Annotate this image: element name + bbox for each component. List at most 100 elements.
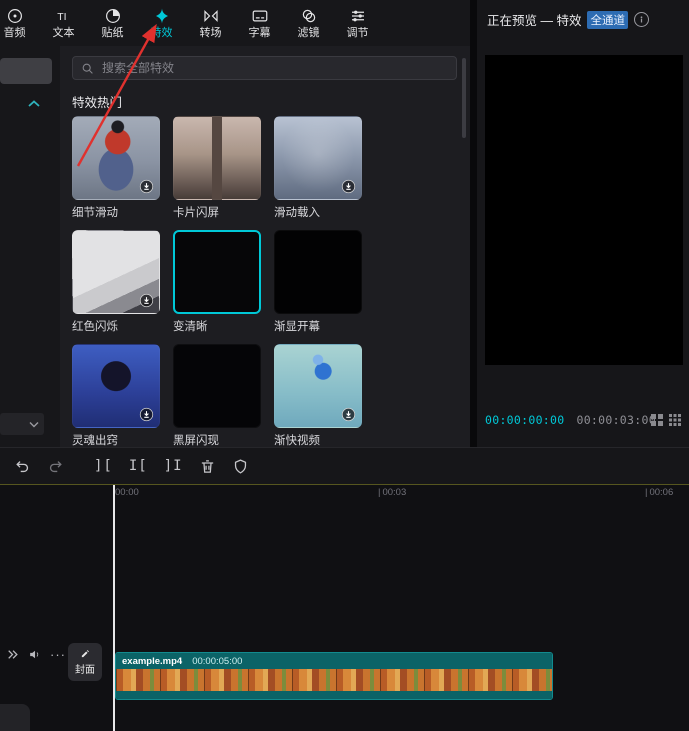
effect-card-4[interactable]: 红色闪烁 — [72, 230, 160, 344]
transition-icon — [202, 7, 220, 25]
audio-icon — [6, 7, 24, 25]
collapse-panel-button[interactable] — [20, 95, 48, 113]
clip-header: example.mp4 00:00:05:00 — [116, 653, 552, 669]
chevron-down-icon — [29, 421, 39, 428]
tool-label: 特效 — [151, 28, 173, 39]
timeline: 00:00|00:03|00:06 ··· 封面 example.mp4 00:… — [0, 485, 689, 731]
effect-thumbnail — [173, 230, 261, 314]
tool-effects[interactable]: 特效 — [137, 0, 186, 46]
filter-icon — [300, 7, 318, 25]
download-icon — [341, 179, 356, 194]
effect-label: 灵魂出窍 — [72, 434, 160, 447]
ruler-label: 00:00 — [115, 487, 139, 498]
cover-label: 封面 — [75, 661, 95, 676]
effect-card-8[interactable]: 黑屏闪现 — [173, 344, 261, 447]
effect-thumbnail — [274, 230, 362, 314]
speaker-icon[interactable] — [28, 648, 41, 661]
effect-thumbnail — [173, 116, 261, 200]
video-clip[interactable]: example.mp4 00:00:05:00 — [115, 652, 553, 700]
search-input[interactable] — [100, 60, 448, 76]
effect-card-9[interactable]: 渐快视频 — [274, 344, 362, 447]
ruler-mark: |00:06 — [645, 487, 673, 498]
effects-panel: 特效热门 细节滑动卡片闪屏滑动载入红色闪烁变清晰渐显开幕灵魂出窍黑屏闪现渐快视频 — [60, 46, 470, 447]
effect-label: 滑动载入 — [274, 206, 362, 220]
corner-box — [0, 704, 30, 731]
effect-label: 变清晰 — [173, 320, 261, 334]
effect-thumbnail — [274, 116, 362, 200]
total-time: 00:00:03:00 — [576, 413, 655, 427]
redo-icon[interactable] — [47, 458, 64, 475]
tool-label: 贴纸 — [102, 28, 124, 39]
tool-captions[interactable]: 字幕 — [235, 0, 284, 46]
effect-label: 红色闪烁 — [72, 320, 160, 334]
search-icon — [81, 62, 94, 75]
delete-icon[interactable] — [199, 458, 216, 475]
svg-text:TI: TI — [57, 11, 66, 23]
tool-adjust[interactable]: 调节 — [333, 0, 382, 46]
effects-icon — [153, 7, 171, 25]
rail-dropdown[interactable] — [0, 413, 44, 435]
more-icon[interactable]: ··· — [50, 648, 66, 661]
effect-card-3[interactable]: 滑动载入 — [274, 116, 362, 230]
effect-thumbnail — [274, 344, 362, 428]
effect-label: 细节滑动 — [72, 206, 160, 220]
grid-small-icon[interactable] — [651, 414, 663, 426]
trim-left-icon[interactable]: I[ — [129, 458, 148, 474]
tool-text[interactable]: TI 文本 — [39, 0, 88, 46]
effect-card-5[interactable]: 变清晰 — [173, 230, 261, 344]
tool-sticker[interactable]: 贴纸 — [88, 0, 137, 46]
ruler-mark: |00:03 — [378, 487, 406, 498]
mask-icon[interactable] — [232, 458, 249, 475]
preview-title: 正在预览 — 特效 — [487, 10, 581, 29]
tool-label: 文本 — [53, 28, 75, 39]
tool-label: 转场 — [200, 28, 222, 39]
ruler-tick: | — [645, 487, 647, 498]
effect-card-1[interactable]: 细节滑动 — [72, 116, 160, 230]
timecode-display: 00:00:00:00 00:00:03:00 — [485, 413, 656, 427]
clip-duration: 00:00:05:00 — [192, 656, 242, 667]
channel-badge[interactable]: 全通道 — [587, 11, 628, 29]
playhead[interactable] — [113, 485, 115, 731]
trim-right-icon[interactable]: ]I — [164, 458, 183, 474]
effect-card-6[interactable]: 渐显开幕 — [274, 230, 362, 344]
preview-panel: 正在预览 — 特效 全通道 00:00:00:00 00:00:03:00 — [477, 0, 689, 447]
collapse-tracks-icon[interactable] — [6, 648, 19, 661]
ruler-label: 00:03 — [382, 487, 406, 498]
tool-transition[interactable]: 转场 — [186, 0, 235, 46]
adjust-icon — [349, 7, 367, 25]
undo-icon[interactable] — [14, 458, 31, 475]
text-icon: TI — [55, 7, 73, 25]
preview-header: 正在预览 — 特效 全通道 — [487, 10, 649, 29]
search-box[interactable] — [72, 56, 457, 80]
effect-label: 渐显开幕 — [274, 320, 362, 334]
tool-label: 滤镜 — [298, 28, 320, 39]
rail-category-pill[interactable] — [0, 58, 52, 84]
track-controls: ··· — [6, 648, 66, 661]
clip-name: example.mp4 — [122, 656, 182, 667]
effect-thumbnail — [173, 344, 261, 428]
download-icon — [341, 407, 356, 422]
effect-card-2[interactable]: 卡片闪屏 — [173, 116, 261, 230]
tool-filter[interactable]: 滤镜 — [284, 0, 333, 46]
download-icon — [139, 293, 154, 308]
sticker-icon — [104, 7, 122, 25]
tool-label: 调节 — [347, 28, 369, 39]
clip-filmstrip — [116, 669, 552, 691]
topbar-tools: 音频 TI 文本 贴纸 特效 转场 字幕滤镜 调节 — [0, 0, 382, 46]
pencil-icon — [80, 648, 91, 659]
cover-button[interactable]: 封面 — [68, 643, 102, 681]
timeline-ruler[interactable]: 00:00|00:03|00:06 — [0, 485, 689, 502]
info-icon[interactable] — [634, 12, 649, 27]
tool-audio[interactable]: 音频 — [0, 0, 39, 46]
scrollbar-thumb[interactable] — [462, 58, 466, 138]
effect-card-7[interactable]: 灵魂出窍 — [72, 344, 160, 447]
edit-toolbar: ][ I[ ]I — [0, 447, 689, 485]
video-preview — [485, 55, 683, 365]
tool-label: 音频 — [4, 28, 26, 39]
ruler-mark: 00:00 — [115, 487, 139, 498]
effect-label: 渐快视频 — [274, 434, 362, 447]
download-icon — [139, 407, 154, 422]
grid-large-icon[interactable] — [669, 414, 681, 426]
split-icon[interactable]: ][ — [94, 458, 113, 474]
clip-audio-bar — [116, 691, 552, 699]
